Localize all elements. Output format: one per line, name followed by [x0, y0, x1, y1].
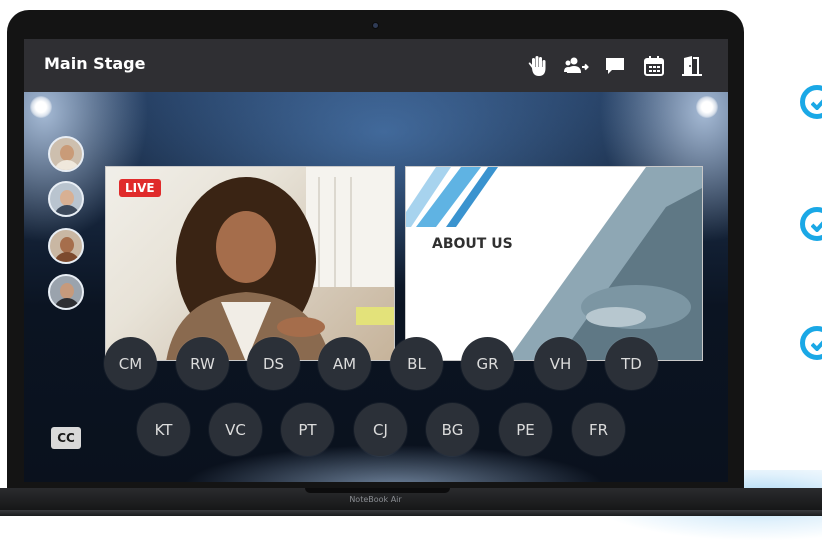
attendee-chip[interactable]: VH	[534, 337, 587, 390]
live-badge: LIVE	[119, 179, 161, 197]
stage-spotlight	[30, 96, 52, 118]
speaker-avatar-1[interactable]	[48, 136, 84, 172]
attendee-chip[interactable]: RW	[176, 337, 229, 390]
calendar-icon[interactable]	[643, 55, 665, 77]
checkmark-icon	[800, 207, 822, 241]
speaker-avatar-2[interactable]	[48, 181, 84, 217]
closed-captions-button[interactable]: CC	[51, 427, 81, 449]
stage-spotlight	[696, 96, 718, 118]
attendee-chip[interactable]: BL	[390, 337, 443, 390]
speaker-avatar-3[interactable]	[48, 228, 84, 264]
attendee-chip[interactable]: AM	[318, 337, 371, 390]
attendee-chip[interactable]: KT	[137, 403, 190, 456]
attendee-chip[interactable]: VC	[209, 403, 262, 456]
live-video-feed[interactable]: LIVE	[105, 166, 395, 361]
page-title: Main Stage	[44, 54, 146, 73]
attendee-chip[interactable]: TD	[605, 337, 658, 390]
checkmark-icon	[800, 85, 822, 119]
app-screen: Main Stage LIVE ABOUT US CM RW DS AM BL …	[24, 39, 728, 482]
raise-hand-icon[interactable]	[527, 55, 549, 77]
attendee-chip[interactable]: BG	[426, 403, 479, 456]
attendee-chip[interactable]: PT	[281, 403, 334, 456]
attendee-chip[interactable]: GR	[461, 337, 514, 390]
chat-icon[interactable]	[604, 55, 626, 77]
stage-area: LIVE ABOUT US CM RW DS AM BL GR VH TD KT…	[24, 92, 728, 482]
device-model-label: NoteBook Air	[349, 495, 402, 504]
laptop-notch	[305, 488, 450, 493]
speaker-avatar-4[interactable]	[48, 274, 84, 310]
webcam	[373, 23, 378, 28]
attendee-chip[interactable]: PE	[499, 403, 552, 456]
slide-title: ABOUT US	[432, 236, 513, 252]
attendee-chip[interactable]: FR	[572, 403, 625, 456]
laptop-base-edge	[0, 510, 822, 516]
top-bar: Main Stage	[24, 39, 728, 92]
checkmark-icon	[800, 326, 822, 360]
presentation-slide[interactable]: ABOUT US	[405, 166, 703, 361]
invite-attendees-icon[interactable]	[564, 55, 589, 77]
exit-door-icon[interactable]	[680, 55, 702, 77]
attendee-chip[interactable]: CJ	[354, 403, 407, 456]
attendee-chip[interactable]: CM	[104, 337, 157, 390]
attendee-chip[interactable]: DS	[247, 337, 300, 390]
